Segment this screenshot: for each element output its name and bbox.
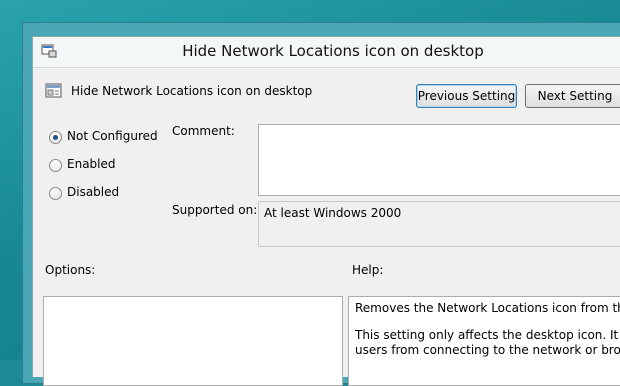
supported-on-field[interactable]: At least Windows 2000 — [258, 201, 620, 247]
help-line: Removes the Network Locations icon from … — [355, 301, 620, 315]
help-label: Help: — [352, 263, 384, 277]
help-line: users from connecting to the network or … — [355, 343, 620, 357]
radio-button[interactable] — [49, 159, 62, 172]
radio-button[interactable] — [49, 131, 62, 144]
radio-label: Not Configured — [67, 129, 158, 143]
next-setting-button[interactable]: Next Setting — [525, 84, 620, 108]
radio-label: Enabled — [67, 157, 116, 171]
comment-label: Comment: — [172, 124, 235, 138]
comment-field[interactable] — [258, 124, 620, 196]
supported-on-label: Supported on: — [172, 203, 258, 217]
options-panel[interactable] — [43, 296, 343, 386]
options-label: Options: — [45, 263, 96, 277]
policy-document-icon — [45, 83, 62, 98]
help-line: This setting only affects the desktop ic… — [355, 328, 620, 342]
previous-setting-button[interactable]: Previous Setting — [416, 84, 517, 108]
help-panel[interactable]: Removes the Network Locations icon from … — [348, 296, 620, 386]
supported-on-value: At least Windows 2000 — [264, 206, 402, 220]
policy-name: Hide Network Locations icon on desktop — [71, 84, 313, 98]
title-bar[interactable]: Hide Network Locations icon on desktop — [33, 37, 620, 68]
window-title: Hide Network Locations icon on desktop — [182, 42, 484, 60]
policy-dialog: Hide Network Locations icon on desktop H… — [32, 36, 620, 386]
radio-label: Disabled — [67, 185, 120, 199]
radio-button[interactable] — [49, 187, 62, 200]
